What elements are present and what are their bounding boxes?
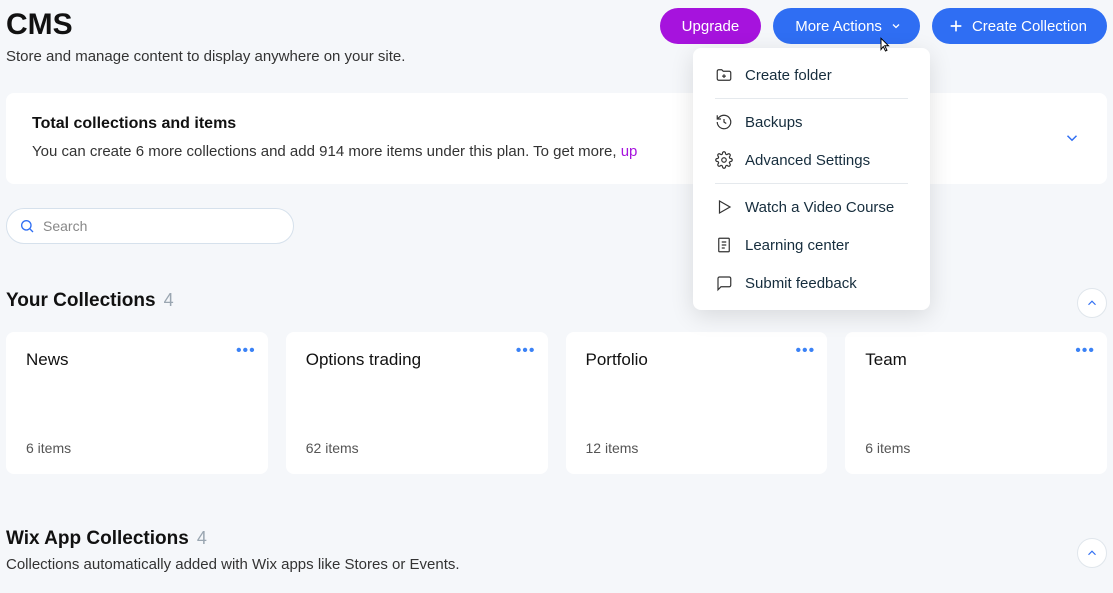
plus-icon <box>948 18 964 34</box>
feedback-icon <box>715 274 733 292</box>
dropdown-item-submit-feedback[interactable]: Submit feedback <box>693 264 930 302</box>
more-actions-button[interactable]: More Actions <box>773 8 920 44</box>
your-collections-title: Your Collections <box>6 290 156 312</box>
play-icon <box>715 198 733 216</box>
dropdown-label: Backups <box>745 114 803 131</box>
dropdown-divider <box>715 98 908 99</box>
more-actions-label: More Actions <box>795 18 882 35</box>
chevron-down-icon <box>890 20 902 32</box>
dropdown-item-learning-center[interactable]: Learning center <box>693 226 930 264</box>
dropdown-item-backups[interactable]: Backups <box>693 103 930 141</box>
collection-card[interactable]: ••• News 6 items <box>6 332 268 474</box>
collapse-wix-collections-button[interactable] <box>1077 538 1107 568</box>
banner-text: You can create 6 more collections and ad… <box>32 143 637 160</box>
collection-card[interactable]: ••• Team 6 items <box>845 332 1107 474</box>
wix-app-collections-subtitle: Collections automatically added with Wix… <box>6 556 1107 573</box>
card-count: 6 items <box>26 440 248 456</box>
create-collection-label: Create Collection <box>972 18 1087 35</box>
card-count: 12 items <box>586 440 808 456</box>
chevron-up-icon <box>1085 546 1099 560</box>
dropdown-divider <box>715 183 908 184</box>
dropdown-label: Create folder <box>745 67 832 84</box>
upgrade-button[interactable]: Upgrade <box>660 8 762 44</box>
card-more-icon[interactable]: ••• <box>795 342 815 360</box>
banner-expand-chevron-icon[interactable] <box>1063 129 1081 147</box>
your-collections-count: 4 <box>164 290 174 311</box>
search-icon <box>19 218 35 234</box>
history-icon <box>715 113 733 131</box>
dropdown-item-create-folder[interactable]: Create folder <box>693 56 930 94</box>
dropdown-label: Learning center <box>745 237 849 254</box>
page-title: CMS <box>6 8 405 42</box>
plan-info-banner: Total collections and items You can crea… <box>6 93 1107 184</box>
chevron-up-icon <box>1085 296 1099 310</box>
card-count: 6 items <box>865 440 1087 456</box>
card-count: 62 items <box>306 440 528 456</box>
document-icon <box>715 236 733 254</box>
wix-app-collections-count: 4 <box>197 528 207 549</box>
upgrade-link[interactable]: up <box>621 143 638 160</box>
more-actions-dropdown: Create folder Backups Advanced Settings … <box>693 48 930 310</box>
collection-card[interactable]: ••• Portfolio 12 items <box>566 332 828 474</box>
folder-plus-icon <box>715 66 733 84</box>
card-more-icon[interactable]: ••• <box>236 342 256 360</box>
search-box[interactable] <box>6 208 294 244</box>
search-input[interactable] <box>43 218 281 234</box>
card-title: Options trading <box>306 350 528 370</box>
card-more-icon[interactable]: ••• <box>1075 342 1095 360</box>
card-more-icon[interactable]: ••• <box>516 342 536 360</box>
create-collection-button[interactable]: Create Collection <box>932 8 1107 44</box>
dropdown-label: Advanced Settings <box>745 152 870 169</box>
dropdown-label: Watch a Video Course <box>745 199 894 216</box>
wix-app-collections-title: Wix App Collections <box>6 528 189 550</box>
card-title: News <box>26 350 248 370</box>
collapse-your-collections-button[interactable] <box>1077 288 1107 318</box>
collection-card[interactable]: ••• Options trading 62 items <box>286 332 548 474</box>
banner-title: Total collections and items <box>32 115 637 133</box>
card-title: Portfolio <box>586 350 808 370</box>
dropdown-label: Submit feedback <box>745 275 857 292</box>
dropdown-item-advanced-settings[interactable]: Advanced Settings <box>693 141 930 179</box>
gear-icon <box>715 151 733 169</box>
page-subtitle: Store and manage content to display anyw… <box>6 48 405 65</box>
card-title: Team <box>865 350 1087 370</box>
dropdown-item-watch-video[interactable]: Watch a Video Course <box>693 188 930 226</box>
